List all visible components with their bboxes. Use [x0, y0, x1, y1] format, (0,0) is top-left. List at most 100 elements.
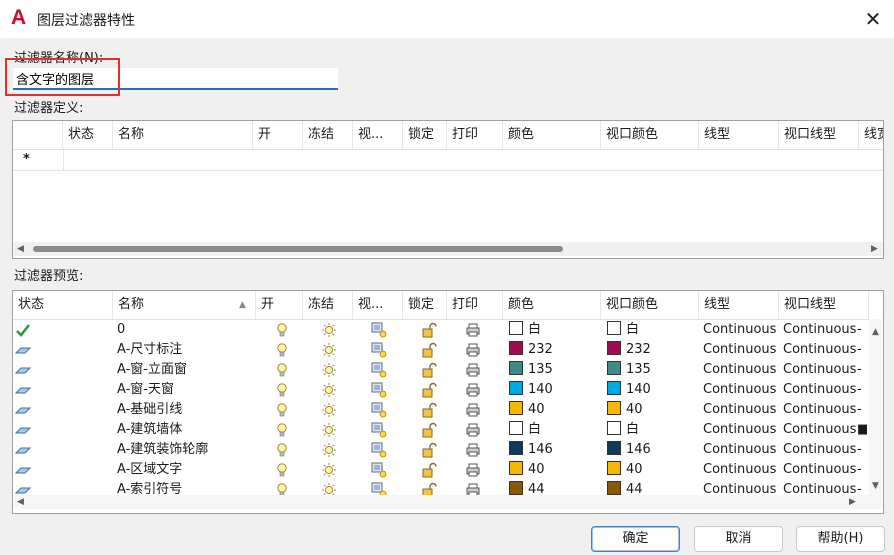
viewport-color-cell[interactable]: 140 [603, 380, 701, 400]
preview-hscrollbar[interactable]: ◀ ▶ [13, 495, 883, 509]
viewport-color-cell[interactable]: 白 [603, 320, 701, 340]
linetype-cell[interactable]: Continuous [699, 440, 779, 460]
printer-icon[interactable] [461, 420, 481, 440]
table-row[interactable]: A-建筑墙体白白ContinuousContinuous■ [13, 420, 883, 440]
printer-icon[interactable] [461, 340, 481, 360]
viewport-color-cell[interactable]: 40 [603, 400, 701, 420]
printer-icon[interactable] [461, 460, 481, 480]
column-header[interactable]: 视口线型 [779, 291, 869, 319]
layer-color-cell[interactable]: 白 [505, 420, 603, 440]
lineweight-cell[interactable]: - [853, 440, 867, 460]
lightbulb-icon[interactable] [270, 340, 290, 360]
viewport-linetype-cell[interactable]: Continuous [779, 440, 859, 460]
layer-color-cell[interactable]: 135 [505, 360, 603, 380]
lightbulb-icon[interactable] [270, 380, 290, 400]
viewport-color-cell[interactable]: 白 [603, 420, 701, 440]
filter-preview-grid[interactable]: 状态 名称开冻结 视... 锁定 打印 颜色 视口颜色 线型 视口线型 ▲ 0 白白 Continuo… [12, 290, 884, 514]
unlock-icon[interactable] [417, 440, 437, 460]
column-header[interactable]: 开 [256, 291, 303, 319]
column-header[interactable]: 开 [253, 121, 303, 149]
lightbulb-icon[interactable] [270, 420, 290, 440]
lineweight-cell[interactable]: - [853, 460, 867, 480]
sun-icon[interactable] [317, 380, 337, 400]
column-header[interactable]: 锁定 [403, 121, 447, 149]
printer-icon[interactable] [461, 440, 481, 460]
layer-color-cell[interactable]: 232 [505, 340, 603, 360]
column-header[interactable]: 视口线型 [779, 121, 859, 149]
lineweight-cell[interactable]: - [853, 400, 867, 420]
vp-freeze-icon[interactable] [367, 380, 387, 400]
lineweight-cell[interactable]: - [853, 320, 867, 340]
table-row[interactable]: 0 白白 Continuous Continuous - [13, 320, 883, 340]
ok-button[interactable]: 确定 [591, 526, 680, 552]
lightbulb-icon[interactable] [270, 460, 290, 480]
lineweight-cell[interactable]: - [853, 380, 867, 400]
column-header[interactable]: 颜色 [503, 291, 601, 319]
lightbulb-icon[interactable] [270, 400, 290, 420]
lightbulb-icon[interactable] [270, 440, 290, 460]
lineweight-cell[interactable]: - [853, 340, 867, 360]
column-header[interactable]: 视... [353, 291, 403, 319]
definition-new-row[interactable]: * [13, 150, 883, 171]
layer-color-cell[interactable]: 40 [505, 400, 603, 420]
viewport-linetype-cell[interactable]: Continuous [779, 380, 859, 400]
scroll-down-icon[interactable]: ▼ [872, 479, 879, 493]
sun-icon[interactable] [317, 360, 337, 380]
unlock-icon[interactable] [417, 320, 437, 340]
linetype-cell[interactable]: Continuous [699, 320, 779, 340]
sun-icon[interactable] [317, 320, 337, 340]
vp-freeze-icon[interactable] [367, 420, 387, 440]
column-header[interactable]: 冻结 [303, 121, 353, 149]
filter-name-input[interactable] [13, 68, 338, 90]
preview-vscrollbar[interactable]: ▲ ▼ [869, 319, 883, 495]
layer-color-cell[interactable]: 140 [505, 380, 603, 400]
help-button[interactable]: 帮助(H) [796, 526, 885, 552]
scroll-right-icon[interactable]: ▶ [871, 242, 878, 256]
vp-freeze-icon[interactable] [367, 440, 387, 460]
viewport-linetype-cell[interactable]: Continuous [779, 340, 859, 360]
sun-icon[interactable] [317, 340, 337, 360]
column-header[interactable]: 线型 [699, 121, 779, 149]
column-header[interactable]: 视口颜色 [601, 121, 699, 149]
sun-icon[interactable] [317, 400, 337, 420]
lightbulb-icon[interactable] [270, 360, 290, 380]
table-row[interactable]: A-尺寸标注 232 232 Continuous Continuous - [13, 340, 883, 360]
viewport-color-cell[interactable]: 135 [603, 360, 701, 380]
column-header[interactable]: 状态 [63, 121, 113, 149]
layer-color-cell[interactable]: 146 [505, 440, 603, 460]
lineweight-cell[interactable]: - [853, 360, 867, 380]
viewport-linetype-cell[interactable]: Continuous [779, 420, 859, 440]
linetype-cell[interactable]: Continuous [699, 380, 779, 400]
vp-freeze-icon[interactable] [367, 340, 387, 360]
layer-color-cell[interactable]: 白 [505, 320, 603, 340]
unlock-icon[interactable] [417, 460, 437, 480]
viewport-color-cell[interactable]: 232 [603, 340, 701, 360]
scroll-left-icon[interactable]: ◀ [17, 242, 24, 256]
printer-icon[interactable] [461, 400, 481, 420]
linetype-cell[interactable]: Continuous [699, 340, 779, 360]
column-header[interactable]: 锁定 [403, 291, 447, 319]
table-row[interactable]: A-窗-立面窗 135 135 Continuous Continuous - [13, 360, 883, 380]
column-header[interactable]: 打印 [447, 121, 503, 149]
unlock-icon[interactable] [417, 420, 437, 440]
layer-color-cell[interactable]: 40 [505, 460, 603, 480]
vp-freeze-icon[interactable] [367, 460, 387, 480]
column-header[interactable]: 线宽 [859, 121, 883, 149]
sun-icon[interactable] [317, 420, 337, 440]
filter-definition-grid[interactable]: 状态名称开冻结视...锁定打印颜色视口颜色线型视口线型线宽 * ◀ ▶ [12, 120, 884, 259]
column-header[interactable]: 名称 [113, 291, 256, 319]
definition-hscrollbar[interactable]: ◀ ▶ [13, 242, 883, 256]
linetype-cell[interactable]: Continuous [699, 360, 779, 380]
table-row[interactable]: A-区域文字 40 40 Continuous Continuous - [13, 460, 883, 480]
viewport-linetype-cell[interactable]: Continuous [779, 320, 859, 340]
scroll-thumb[interactable] [33, 246, 563, 252]
unlock-icon[interactable] [417, 380, 437, 400]
lineweight-cell[interactable]: ■ [853, 420, 867, 440]
table-row[interactable]: A-窗-天窗 140 140 Continuous Continuous - [13, 380, 883, 400]
linetype-cell[interactable]: Continuous [699, 460, 779, 480]
column-header[interactable]: 状态 [13, 291, 113, 319]
viewport-linetype-cell[interactable]: Continuous [779, 360, 859, 380]
table-row[interactable]: A-基础引线 40 40 Continuous Continuous - [13, 400, 883, 420]
unlock-icon[interactable] [417, 400, 437, 420]
close-icon[interactable]: ✕ [858, 4, 888, 34]
